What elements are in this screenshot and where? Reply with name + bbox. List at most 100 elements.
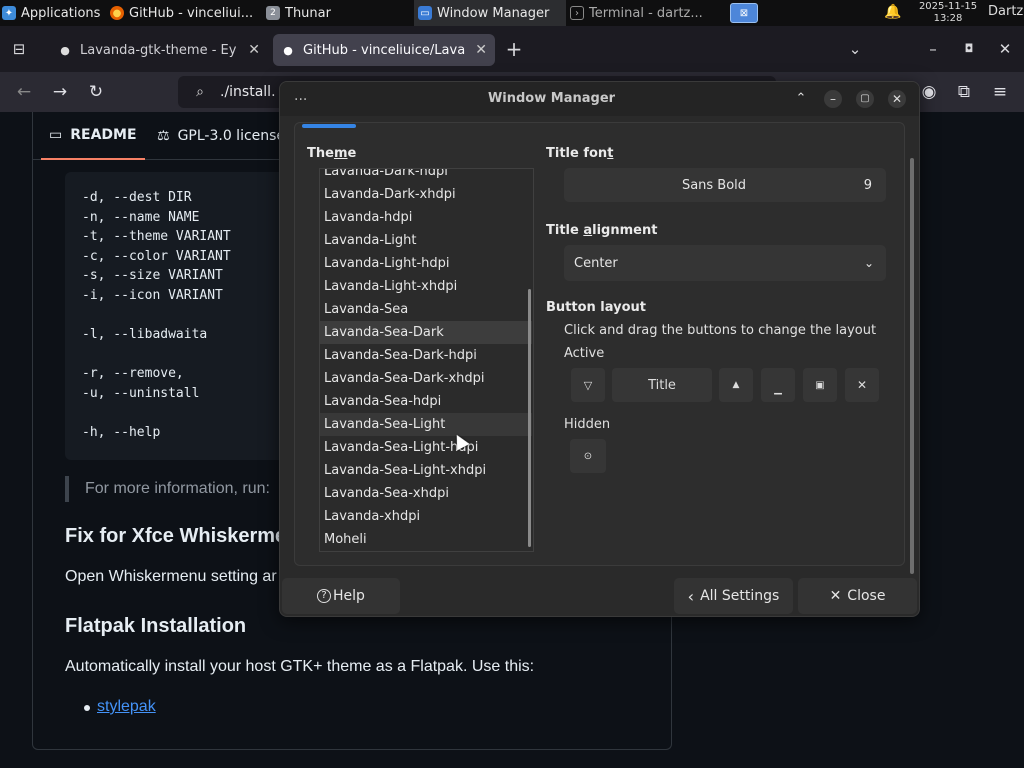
close-tab-icon[interactable]: ✕ [467, 42, 487, 58]
theme-item[interactable]: Lavanda-Light-hdpi [320, 252, 532, 275]
close-icon[interactable]: ✕ [888, 90, 906, 108]
taskbar-task-terminal[interactable]: › Terminal - dartz... [566, 0, 726, 26]
clock[interactable]: 2025-11-15 13:28 [910, 1, 986, 25]
title-alignment-value: Center [574, 255, 618, 271]
maximize-button-draggable[interactable]: ▣ [803, 368, 837, 402]
shade-chevron-up-icon[interactable]: ⌃ [792, 90, 810, 108]
title-font-size: 9 [863, 177, 872, 193]
heading-flatpak: Flatpak Installation [65, 615, 247, 637]
extensions-icon[interactable]: ⧉ [953, 81, 975, 103]
minimize-button-draggable[interactable]: ▁ [761, 368, 795, 402]
maximize-icon[interactable]: ▢ [856, 90, 874, 108]
style-tab-indicator[interactable] [302, 124, 356, 128]
taskbar-task-window-manager[interactable]: ▭ Window Manager [414, 0, 566, 26]
paragraph-flatpak: Automatically install your host GTK+ the… [65, 658, 535, 675]
menu-button-draggable[interactable]: ▽ [571, 368, 605, 402]
theme-item[interactable]: Lavanda-hdpi [320, 206, 532, 229]
theme-list[interactable]: Lavanda-Dark-hdpi Lavanda-Dark-xhdpi Lav… [319, 168, 534, 552]
taskbar-task-thunar[interactable]: 2 Thunar [262, 0, 414, 26]
tab-overview-icon[interactable]: ⊟ [8, 38, 30, 60]
theme-label: Theme [307, 146, 357, 161]
minimize-window-icon[interactable]: – [922, 38, 944, 60]
applications-menu[interactable]: ✦ Applications [0, 0, 106, 26]
title-font-name: Sans Bold [681, 177, 747, 193]
theme-item[interactable]: Moheli [320, 528, 532, 551]
tab-list-chevron-icon[interactable]: ⌄ [844, 38, 866, 60]
theme-item[interactable]: Lavanda-xhdpi [320, 505, 532, 528]
menu-hamburger-icon[interactable]: ≡ [989, 81, 1011, 103]
theme-item[interactable]: Lavanda-Sea [320, 298, 532, 321]
tab-readme[interactable]: ▭ README [41, 112, 145, 160]
new-tab-button[interactable]: + [503, 38, 525, 60]
dialog-titlebar[interactable]: ... Window Manager ⌃ – ▢ ✕ [280, 82, 919, 116]
shade-icon: ▲ [732, 380, 740, 390]
title-font-button[interactable]: Sans Bold 9 [564, 168, 886, 202]
taskbar-task-github[interactable]: ● GitHub - vinceliui... [106, 0, 262, 26]
account-icon[interactable]: ◉ [918, 81, 940, 103]
paragraph-whiskermenu: Open Whiskermenu setting ar [65, 568, 277, 585]
blockquote: For more information, run: [65, 476, 270, 502]
tab-license[interactable]: ⚖ GPL-3.0 license [157, 112, 285, 160]
stylepak-link[interactable]: stylepak [97, 698, 156, 716]
task-label: Window Manager [437, 5, 550, 21]
button-layout-description: Click and drag the buttons to change the… [564, 323, 877, 338]
browser-tab-lavanda[interactable]: ● Lavanda-gtk-theme - Ey ✕ [50, 34, 268, 66]
shade-button-draggable[interactable]: ▲ [719, 368, 753, 402]
theme-item[interactable]: Lavanda-Sea-Light-xhdpi [320, 459, 532, 482]
theme-list-scrollbar[interactable] [528, 289, 531, 547]
all-settings-button[interactable]: ‹ All Settings [674, 578, 793, 614]
chevron-down-icon: ⌄ [863, 256, 874, 270]
reload-icon[interactable]: ↻ [85, 81, 107, 103]
notification-bell-icon[interactable]: 🔔 [884, 4, 902, 22]
close-tab-icon[interactable]: ✕ [240, 42, 260, 58]
close-button[interactable]: ✕ Close [798, 578, 917, 614]
title-alignment-label: Title alignment [546, 223, 658, 238]
theme-item[interactable]: Lavanda-Sea-xhdpi [320, 482, 532, 505]
xfce-logo-icon: ✦ [2, 6, 16, 20]
workspace-icon: ⊠ [730, 3, 758, 23]
minimize-icon[interactable]: – [824, 90, 842, 108]
url-text: ./install. [220, 84, 276, 100]
theme-item[interactable]: Lavanda-Sea-Dark-hdpi [320, 344, 532, 367]
forward-arrow-icon[interactable]: → [49, 81, 71, 103]
close-window-icon[interactable]: ✕ [994, 38, 1016, 60]
close-label: Close [847, 588, 886, 604]
tab-readme-label: README [70, 127, 137, 143]
stick-button-draggable[interactable]: ⊙ [570, 439, 606, 473]
dialog-title: Window Manager [487, 91, 616, 106]
user-name[interactable]: Dartz [988, 4, 1023, 19]
workspace-switcher[interactable]: ⊠ [726, 0, 760, 26]
active-label: Active [564, 346, 605, 361]
browser-tab-github[interactable]: ● GitHub - vinceliuice/Lava ✕ [273, 34, 495, 66]
clock-time: 13:28 [933, 13, 963, 24]
theme-item-hovered[interactable]: Lavanda-Sea-Light [320, 413, 532, 436]
theme-item[interactable]: Lavanda-Dark-xhdpi [320, 183, 532, 206]
theme-item[interactable]: Lavanda-Sea-hdpi [320, 390, 532, 413]
title-button-draggable[interactable]: Title [612, 368, 712, 402]
heading-whiskermenu: Fix for Xfce Whiskerme [65, 525, 287, 547]
button-layout-label: Button layout [546, 300, 647, 315]
back-arrow-icon[interactable]: ← [13, 81, 35, 103]
maximize-window-icon[interactable]: ◘ [958, 38, 980, 60]
theme-item[interactable]: Lavanda-Dark-hdpi [320, 169, 532, 183]
github-favicon-icon: ● [283, 43, 293, 57]
title-alignment-dropdown[interactable]: Center ⌄ [564, 245, 886, 281]
close-x-icon: ✕ [829, 588, 842, 604]
hidden-label: Hidden [564, 417, 611, 432]
help-button[interactable]: ? Help [282, 578, 400, 614]
folder-icon: 2 [266, 6, 280, 20]
tab-label: GitHub - vinceliuice/Lava [303, 42, 466, 58]
theme-item[interactable]: Lavanda-Sea-Light-hdpi [320, 436, 532, 459]
close-button-draggable[interactable]: ✕ [845, 368, 879, 402]
firefox-icon: ● [110, 6, 124, 20]
window-manager-dialog: ... Window Manager ⌃ – ▢ ✕ Theme Lavanda… [279, 81, 920, 617]
task-label: GitHub - vinceliui... [129, 5, 254, 21]
theme-item[interactable]: Lavanda-Light-xhdpi [320, 275, 532, 298]
theme-item[interactable]: Lavanda-Light [320, 229, 532, 252]
dialog-scrollbar[interactable] [910, 158, 914, 574]
theme-item-selected[interactable]: Lavanda-Sea-Dark [320, 321, 532, 344]
window-manager-icon: ▭ [418, 6, 432, 20]
theme-item[interactable]: Lavanda-Sea-Dark-xhdpi [320, 367, 532, 390]
applications-label: Applications [21, 5, 101, 21]
minimize-icon: ▁ [774, 383, 782, 395]
